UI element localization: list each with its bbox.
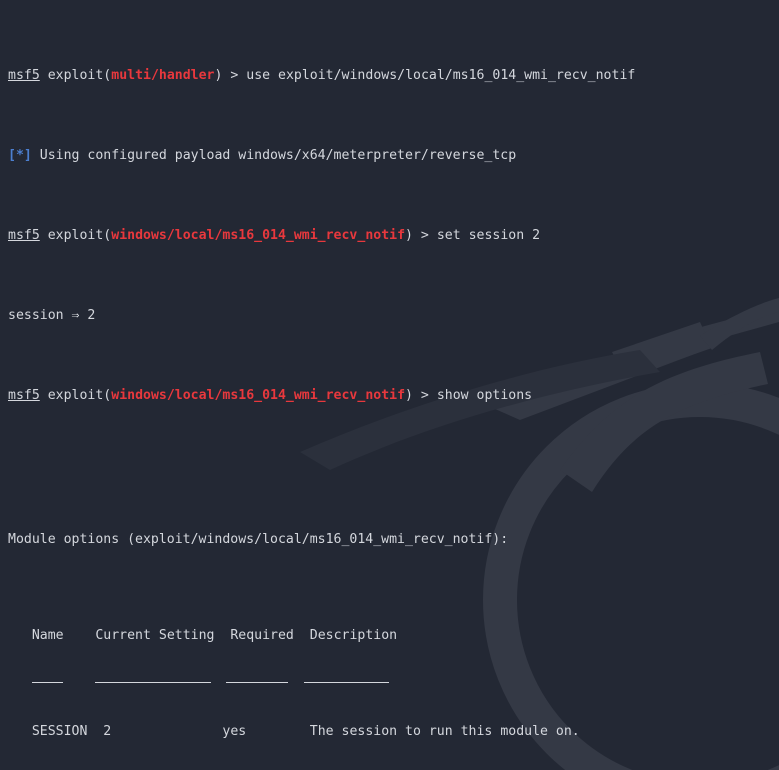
command-use: use exploit/windows/local/ms16_014_wmi_r…: [246, 68, 636, 83]
prompt-line-use: msf5 exploit(multi/handler) > use exploi…: [8, 68, 779, 84]
using-payload-text: Using configured payload windows/x64/met…: [39, 148, 517, 163]
col-header-description: Description: [309, 628, 398, 643]
msf-prompt-label: msf5: [8, 68, 40, 83]
module-options-header-row: Name Current Setting Required Descriptio…: [8, 628, 779, 644]
terminal-window: msf5 exploit(multi/handler) > use exploi…: [0, 0, 779, 770]
msf-prompt-label: msf5: [8, 388, 40, 403]
msf-prompt-label: msf5: [8, 228, 40, 243]
cell-name: SESSION: [31, 724, 88, 739]
prompt-gt: >: [420, 388, 429, 403]
underline-current-setting: [94, 682, 211, 683]
underline-name: [31, 682, 63, 683]
underline-description: [304, 682, 390, 683]
module-options-heading: Module options (exploit/windows/local/ms…: [8, 532, 509, 547]
cell-description: The session to run this module on.: [309, 724, 580, 739]
underline-required: [226, 682, 289, 683]
exploit-keyword: exploit: [47, 228, 104, 243]
paren-close: ): [405, 228, 413, 243]
exploit-keyword: exploit: [47, 68, 104, 83]
col-header-current-setting: Current Setting: [95, 628, 215, 643]
prompt-gt: >: [420, 228, 429, 243]
prompt-line-set-session: msf5 exploit(windows/local/ms16_014_wmi_…: [8, 228, 779, 244]
output-line-session-set: session ⇒ 2: [8, 308, 96, 323]
table-row: SESSION 2 yes The session to run this mo…: [8, 724, 779, 740]
cell-required: yes: [222, 724, 247, 739]
paren-close: ): [405, 388, 413, 403]
prompt-line-show-options: msf5 exploit(windows/local/ms16_014_wmi_…: [8, 388, 779, 404]
module-name-multi-handler: multi/handler: [111, 68, 215, 83]
col-header-name: Name: [31, 628, 64, 643]
module-options-header-underline: [8, 676, 779, 692]
output-line-using-payload: [*] Using configured payload windows/x64…: [8, 148, 779, 164]
info-marker: [*]: [8, 148, 32, 163]
module-name: windows/local/ms16_014_wmi_recv_notif: [111, 388, 406, 403]
module-name: windows/local/ms16_014_wmi_recv_notif: [111, 228, 406, 243]
col-header-required: Required: [230, 628, 294, 643]
terminal-screen[interactable]: msf5 exploit(multi/handler) > use exploi…: [0, 0, 779, 770]
command-set-session: set session 2: [436, 228, 541, 243]
exploit-keyword: exploit: [47, 388, 104, 403]
cell-current-setting: 2: [103, 724, 112, 739]
command-show-options: show options: [436, 388, 533, 403]
